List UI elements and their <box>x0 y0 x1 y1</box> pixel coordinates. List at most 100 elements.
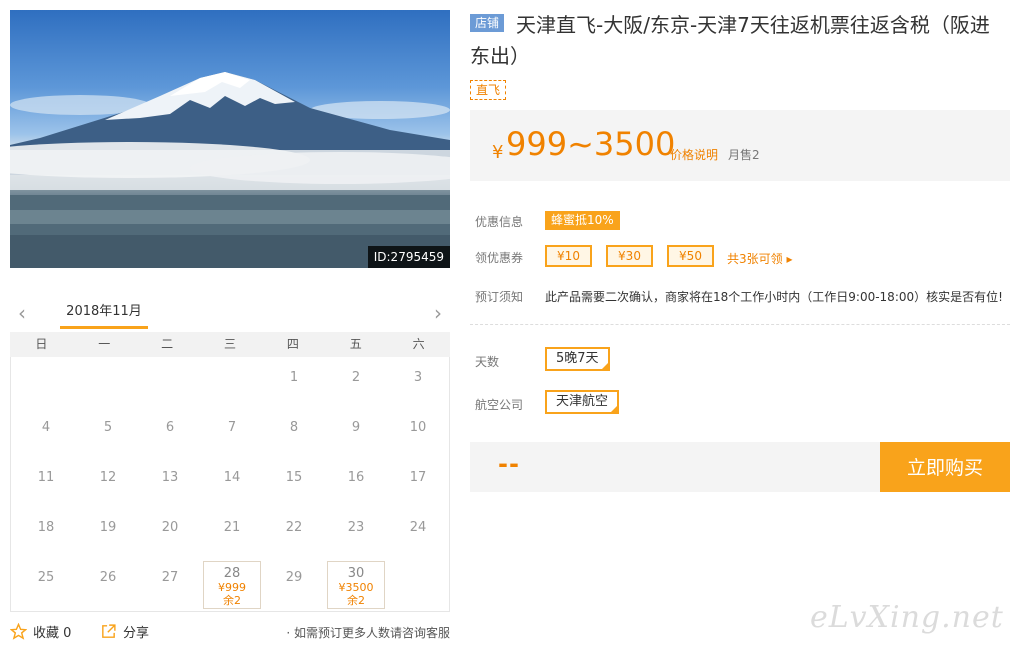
calendar-day: 12 <box>79 461 137 509</box>
day-number: 15 <box>285 470 303 485</box>
mountain-landscape-image <box>10 72 450 268</box>
days-option[interactable]: 5晚7天 <box>545 347 610 371</box>
share-button[interactable]: 分享 <box>100 622 149 641</box>
calendar-day: 16 <box>327 461 385 509</box>
store-badge[interactable]: 店铺 <box>470 14 505 32</box>
price-explain-link[interactable]: 价格说明 <box>670 146 718 163</box>
calendar-day: 29 <box>265 561 323 609</box>
calendar-day: 21 <box>203 511 261 559</box>
day-number: 11 <box>37 470 55 485</box>
day-number: 24 <box>409 520 427 535</box>
day-stock: 余2 <box>347 594 365 607</box>
calendar-day: 6 <box>141 411 199 459</box>
calendar-day: 7 <box>203 411 261 459</box>
booking-notice: 此产品需要二次确认，商家将在18个工作小时内（工作日9:00-18:00）核实是… <box>545 290 1003 304</box>
calendar-day: 9 <box>327 411 385 459</box>
calendar-day-available[interactable]: 30 ¥3500 余2 <box>327 561 385 609</box>
calendar-weekdays: 日一二三四五六 <box>10 332 450 357</box>
calendar-month-tab[interactable]: 2018年11月 <box>60 302 148 329</box>
day-number: 19 <box>99 520 117 535</box>
day-number: 17 <box>409 470 427 485</box>
calendar-header: ‹ 2018年11月 › <box>10 296 450 332</box>
day-number: 20 <box>161 520 179 535</box>
weekday-label: 三 <box>224 337 237 351</box>
day-number: 10 <box>409 420 427 435</box>
airline-option[interactable]: 天津航空 <box>545 390 620 414</box>
weekday-label: 日 <box>35 337 48 351</box>
calendar-day: 25 <box>17 561 75 609</box>
day-number: 23 <box>347 520 365 535</box>
calendar-day: 23 <box>327 511 385 559</box>
calendar-day: 19 <box>79 511 137 559</box>
share-icon <box>102 624 116 638</box>
weekday-label: 二 <box>161 337 174 351</box>
price-currency: ¥ <box>492 142 504 163</box>
calendar-day: 14 <box>203 461 261 509</box>
favorite-button[interactable]: 收藏 0 <box>9 622 71 641</box>
day-number: 9 <box>351 420 361 435</box>
day-number: 2 <box>351 370 361 385</box>
favorite-label: 收藏 <box>33 626 60 641</box>
day-number: 3 <box>413 370 423 385</box>
coupon-label: 领优惠券 <box>475 251 524 265</box>
day-number: 8 <box>289 420 299 435</box>
calendar-day: 8 <box>265 411 323 459</box>
day-price: ¥3500 <box>338 581 374 594</box>
calendar-grid: 1 2 3 4 5 6 7 8 9 10 11 12 13 14 15 16 17 18 19 20 21 22 23 24 2… <box>10 357 450 612</box>
calendar-day: 1 <box>265 361 323 409</box>
star-icon <box>9 622 28 640</box>
day-stock: 余2 <box>223 594 241 607</box>
calendar-day: 5 <box>79 411 137 459</box>
calendar-day: 2 <box>327 361 385 409</box>
calendar-day: 10 <box>389 411 447 459</box>
calendar-day: 26 <box>79 561 137 609</box>
day-number: 21 <box>223 520 241 535</box>
buy-bar: -- 立即购买 <box>470 442 1010 492</box>
share-label: 分享 <box>123 626 150 641</box>
coupon-more-link[interactable]: 共3张可领 ▸ <box>727 250 792 267</box>
coupon-10[interactable]: ¥10 <box>545 245 592 267</box>
day-number: 16 <box>347 470 365 485</box>
product-title: 天津直飞-大阪/东京-天津7天往返机票往返含税（阪进东出） <box>470 13 990 68</box>
monthly-sales: 月售2 <box>728 148 760 162</box>
calendar-day: 15 <box>265 461 323 509</box>
calendar-day: 18 <box>17 511 75 559</box>
calendar-day: 11 <box>17 461 75 509</box>
day-number: 25 <box>37 570 55 585</box>
calendar-day: 17 <box>389 461 447 509</box>
promo-badge: 蜂蜜抵10% <box>545 211 620 230</box>
day-number: 12 <box>99 470 117 485</box>
day-number: 27 <box>161 570 179 585</box>
direct-flight-tag: 直飞 <box>470 80 507 100</box>
day-number: 4 <box>41 420 51 435</box>
weekday-label: 五 <box>349 337 362 351</box>
calendar-day: 24 <box>389 511 447 559</box>
calendar-day: 13 <box>141 461 199 509</box>
day-number: 30 <box>347 566 365 581</box>
day-number: 22 <box>285 520 303 535</box>
day-number: 26 <box>99 570 117 585</box>
buy-now-button[interactable]: 立即购买 <box>880 442 1010 492</box>
calendar-day: 22 <box>265 511 323 559</box>
calendar-day: 3 <box>389 361 447 409</box>
calendar-day: 4 <box>17 411 75 459</box>
day-number: 13 <box>161 470 179 485</box>
price-range: 999~3500 <box>506 125 676 163</box>
days-label: 天数 <box>475 355 500 369</box>
total-price: -- <box>498 450 520 478</box>
day-number: 18 <box>37 520 55 535</box>
booking-label: 预订须知 <box>475 290 524 304</box>
calendar-day-available[interactable]: 28 ¥999 余2 <box>203 561 261 609</box>
weekday-label: 六 <box>412 337 425 351</box>
coupon-50[interactable]: ¥50 <box>667 245 714 267</box>
chevron-right-icon[interactable]: › <box>426 303 442 323</box>
weekday-label: 一 <box>98 337 111 351</box>
day-number: 14 <box>223 470 241 485</box>
footer-actions: 收藏 0 分享 · 如需预订更多人数请咨询客服 <box>9 622 450 644</box>
day-number: 6 <box>165 420 175 435</box>
chevron-left-icon[interactable]: ‹ <box>18 303 34 323</box>
coupon-30[interactable]: ¥30 <box>606 245 653 267</box>
day-number: 7 <box>227 420 237 435</box>
contact-note: · 如需预订更多人数请咨询客服 <box>286 626 450 640</box>
price-panel: ¥ 999~3500 价格说明 月售2 <box>470 110 1010 181</box>
